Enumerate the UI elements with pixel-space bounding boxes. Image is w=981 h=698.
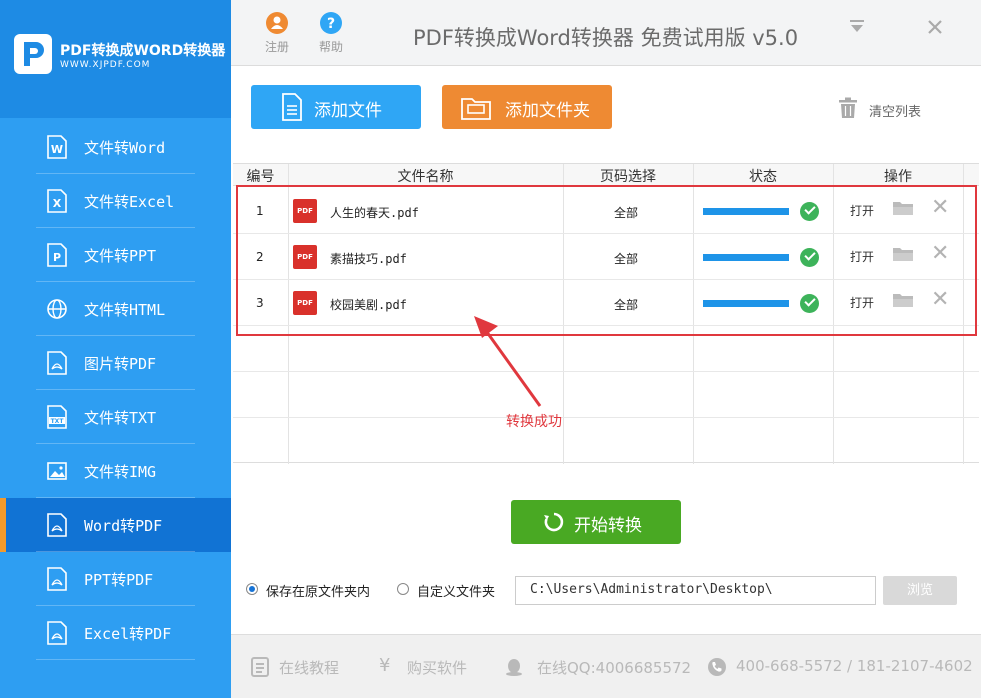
add-file-button[interactable]: 添加文件 <box>251 85 421 129</box>
sidebar-item-label: PPT转PDF <box>84 571 154 589</box>
row-divider <box>233 417 979 418</box>
sidebar: PDF转换成WORD转换器 WWW.XJPDF.COM W 文件转Word X … <box>0 0 231 698</box>
table-header: 编号 文件名称 页码选择 状态 操作 <box>233 164 979 186</box>
save-original-radio[interactable] <box>246 583 258 595</box>
brand-title: PDF转换成WORD转换器 <box>60 43 226 59</box>
column-header-pages: 页码选择 <box>600 169 656 185</box>
save-original-label[interactable]: 保存在原文件夹内 <box>266 581 370 600</box>
column-header-actions: 操作 <box>884 169 912 185</box>
add-folder-label: 添加文件夹 <box>505 101 590 121</box>
success-annotation: 转换成功 <box>506 414 562 430</box>
save-custom-label[interactable]: 自定义文件夹 <box>417 581 495 600</box>
sidebar-item-ppt-to-pdf[interactable]: PPT转PDF <box>0 552 231 606</box>
sidebar-item-label: Excel转PDF <box>84 625 172 643</box>
help-icon: ? <box>320 12 342 34</box>
image-icon <box>47 462 67 480</box>
pdf-doc-icon <box>47 621 67 645</box>
txt-doc-icon: TXT <box>47 405 67 429</box>
excel-doc-icon: X <box>47 189 67 213</box>
footer: 在线教程 ¥ 购买软件 在线QQ:4006685572 400-668-5572… <box>231 634 981 698</box>
register-button[interactable]: 注册 <box>259 12 295 55</box>
sidebar-item-file-to-ppt[interactable]: P 文件转PPT <box>0 228 231 282</box>
ppt-doc-icon: P <box>47 243 67 267</box>
yen-icon: ¥ <box>379 655 391 676</box>
word-doc-icon: W <box>47 135 67 159</box>
svg-text:P: P <box>53 251 61 264</box>
start-convert-label: 开始转换 <box>574 516 642 536</box>
sidebar-item-label: 图片转PDF <box>84 355 157 373</box>
help-button[interactable]: ? 帮助 <box>313 12 349 55</box>
user-icon <box>266 12 288 34</box>
file-icon <box>282 93 302 121</box>
refresh-icon <box>544 512 564 532</box>
sidebar-item-label: 文件转HTML <box>84 301 166 319</box>
sidebar-item-label: 文件转Word <box>84 139 166 157</box>
qq-icon <box>506 659 522 676</box>
pdf-doc-icon <box>47 351 67 375</box>
register-label: 注册 <box>264 40 289 54</box>
row-divider <box>233 371 979 372</box>
trash-icon <box>839 97 857 118</box>
phone-icon <box>708 658 726 676</box>
column-header-filename: 文件名称 <box>397 169 454 185</box>
column-header-number: 编号 <box>246 169 275 185</box>
sidebar-item-file-to-word[interactable]: W 文件转Word <box>0 120 231 174</box>
sidebar-item-label: 文件转TXT <box>84 409 157 427</box>
success-highlight-box <box>236 185 977 336</box>
globe-icon <box>47 299 67 319</box>
clear-list-label[interactable]: 清空列表 <box>869 101 921 120</box>
svg-text:X: X <box>53 197 62 210</box>
brand-url: WWW.XJPDF.COM <box>60 60 151 70</box>
help-label: 帮助 <box>318 40 343 54</box>
sidebar-item-file-to-excel[interactable]: X 文件转Excel <box>0 174 231 228</box>
window-title: PDF转换成Word转换器 免费试用版 v5.0 <box>413 26 799 50</box>
sidebar-item-label: 文件转Excel <box>84 193 175 211</box>
output-path-field[interactable]: C:\Users\Administrator\Desktop\ <box>515 576 876 605</box>
app-logo <box>14 34 52 74</box>
sidebar-item-file-to-txt[interactable]: TXT 文件转TXT <box>0 390 231 444</box>
sidebar-item-file-to-img[interactable]: 文件转IMG <box>0 444 231 498</box>
sidebar-item-file-to-html[interactable]: 文件转HTML <box>0 282 231 336</box>
title-bar: 注册 ? 帮助 PDF转换成Word转换器 免费试用版 v5.0 <box>231 0 981 66</box>
start-convert-button[interactable]: 开始转换 <box>511 500 681 544</box>
pdf-doc-icon <box>47 567 67 591</box>
minimize-button[interactable] <box>849 16 865 40</box>
browse-button[interactable]: 浏览 <box>883 576 957 605</box>
sidebar-item-image-to-pdf[interactable]: 图片转PDF <box>0 336 231 390</box>
add-folder-button[interactable]: 添加文件夹 <box>442 85 612 129</box>
clear-list-button[interactable] <box>838 97 858 123</box>
sidebar-item-excel-to-pdf[interactable]: Excel转PDF <box>0 606 231 660</box>
online-qq[interactable]: 在线QQ:4006685572 <box>537 657 691 678</box>
minimize-icon <box>850 20 864 32</box>
phone-numbers: 400-668-5572 / 181-2107-4602 <box>736 657 973 675</box>
add-file-label: 添加文件 <box>314 101 382 121</box>
sidebar-item-word-to-pdf[interactable]: Word转PDF <box>0 498 231 552</box>
online-tutorial-link[interactable]: 在线教程 <box>279 657 339 678</box>
save-custom-radio[interactable] <box>397 583 409 595</box>
sidebar-item-label: Word转PDF <box>84 517 163 535</box>
brand-header: PDF转换成WORD转换器 WWW.XJPDF.COM <box>0 0 231 118</box>
sidebar-item-label: 文件转PPT <box>84 247 157 265</box>
buy-software-link[interactable]: 购买软件 <box>407 657 467 678</box>
close-icon <box>928 20 942 34</box>
column-header-status: 状态 <box>749 169 777 185</box>
sidebar-item-label: 文件转IMG <box>84 463 157 481</box>
svg-text:?: ? <box>327 16 335 32</box>
folder-icon <box>461 98 491 120</box>
tutorial-icon <box>251 657 269 677</box>
pdf-doc-icon <box>47 513 67 537</box>
svg-text:TXT: TXT <box>51 418 65 425</box>
svg-text:W: W <box>51 143 63 156</box>
annotation-arrow <box>474 316 542 407</box>
close-window-button[interactable] <box>927 16 943 40</box>
sidebar-nav: W 文件转Word X 文件转Excel P 文件转PPT 文件转HTML 图片… <box>0 120 231 660</box>
